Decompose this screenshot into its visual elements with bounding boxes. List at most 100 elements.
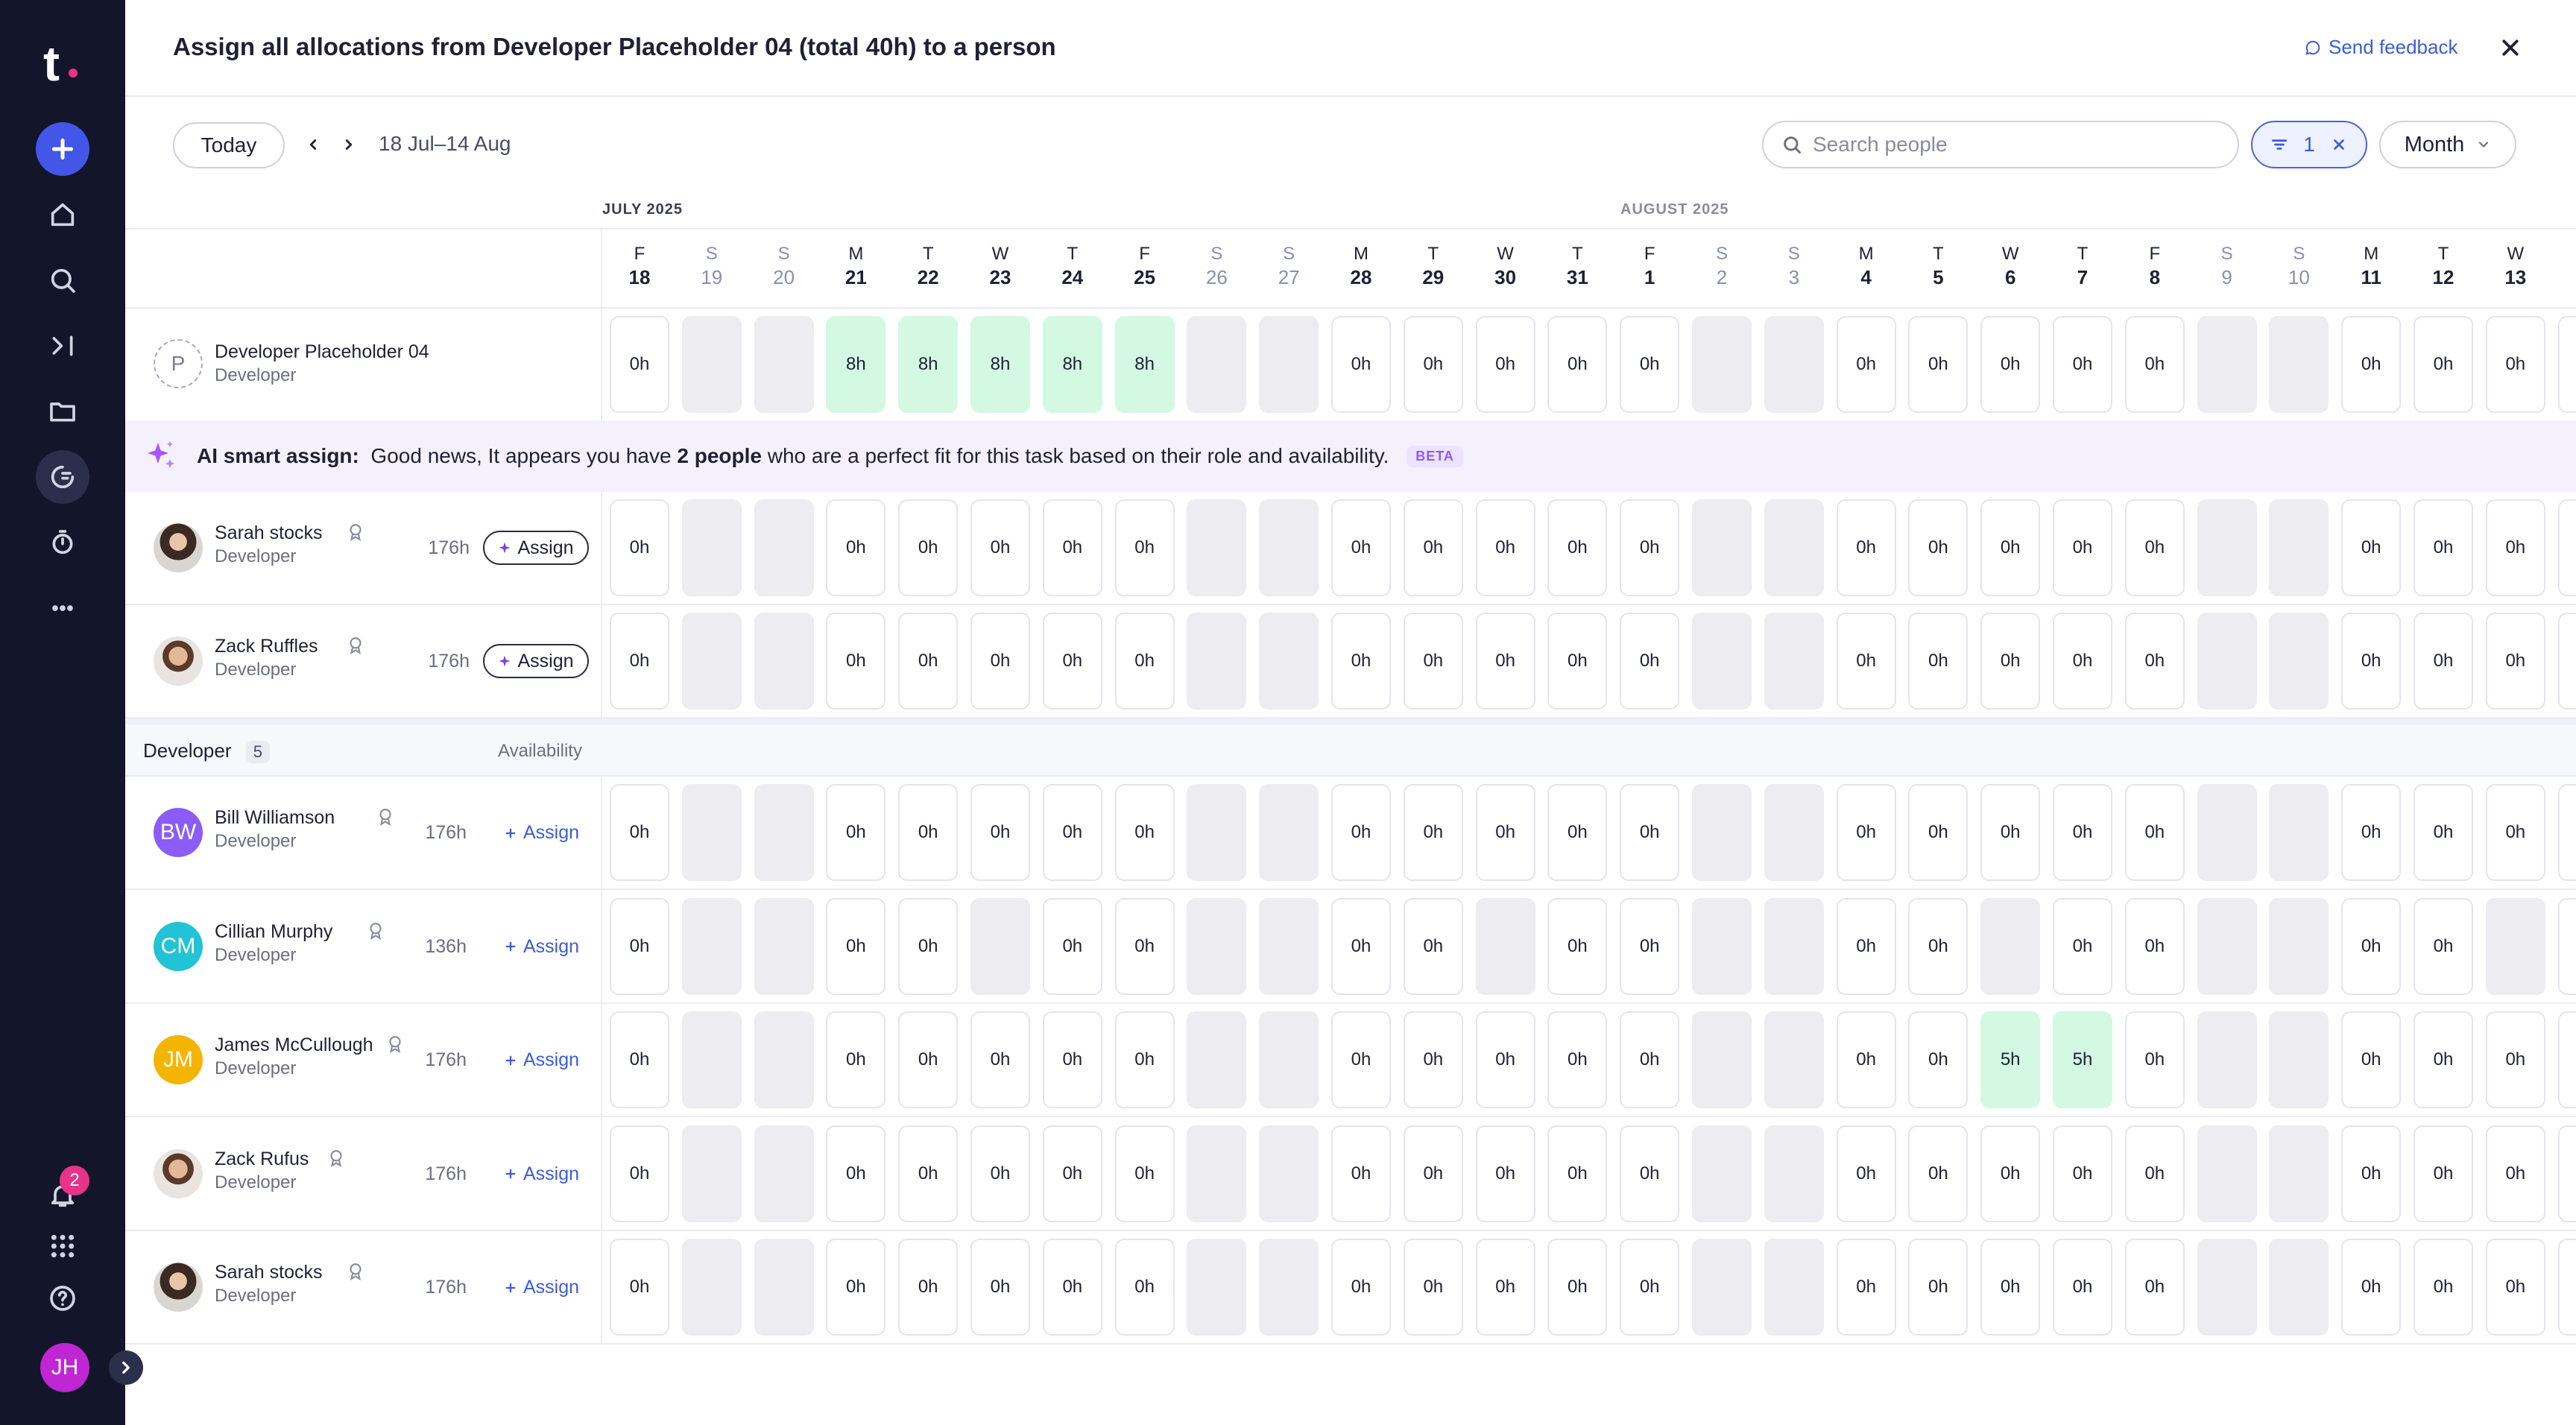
unavailable-day-cell[interactable] (2269, 784, 2329, 881)
unavailable-day-cell[interactable] (1764, 1125, 1824, 1222)
allocation-cell[interactable]: 0h (1547, 1125, 1608, 1222)
unavailable-day-cell[interactable] (2197, 897, 2257, 995)
allocation-cell[interactable]: 0h (826, 613, 886, 710)
app-logo[interactable]: t (43, 39, 60, 88)
unavailable-day-cell[interactable] (754, 1011, 814, 1108)
allocation-cell[interactable]: 0h (1331, 784, 1391, 881)
allocation-cell[interactable]: 0h (2124, 1239, 2185, 1336)
unavailable-day-cell[interactable] (2197, 499, 2257, 596)
allocation-cell[interactable]: 0h (1980, 316, 2041, 413)
unavailable-day-cell[interactable] (1259, 1011, 1319, 1108)
allocation-cell[interactable]: 0h (1042, 1239, 1102, 1336)
allocation-cell[interactable]: 0h (2124, 1125, 2185, 1222)
allocation-cell[interactable]: 0h (1620, 613, 1680, 710)
allocation-cell[interactable]: 0h (1908, 316, 1969, 413)
allocation-cell[interactable]: 0h (1475, 784, 1535, 881)
allocation-cell[interactable]: 0h (1403, 1011, 1463, 1108)
view-select[interactable]: Month (2379, 121, 2516, 168)
allocation-cell[interactable]: 0h (898, 1125, 959, 1222)
user-avatar[interactable]: JH (40, 1343, 89, 1392)
unavailable-day-cell[interactable] (970, 897, 1030, 995)
allocation-cell[interactable]: 0h (1403, 1239, 1463, 1336)
allocation-cell[interactable]: 0h (2053, 784, 2112, 881)
unavailable-day-cell[interactable] (2269, 1011, 2329, 1108)
allocation-cell[interactable]: 0h (2341, 499, 2402, 596)
allocation-cell[interactable]: 0h (2485, 1011, 2545, 1108)
allocation-cell[interactable]: 0h (1547, 1011, 1608, 1108)
unavailable-day-cell[interactable] (1980, 897, 2041, 995)
allocation-cell[interactable]: 0h (1331, 1125, 1391, 1222)
allocation-cell[interactable]: 0h (970, 613, 1030, 710)
allocation-cell[interactable]: 0h (826, 499, 886, 596)
allocation-cell[interactable]: 0h (2557, 897, 2576, 995)
unavailable-day-cell[interactable] (1692, 499, 1752, 596)
nav-timer[interactable] (36, 516, 89, 569)
allocation-cell[interactable]: 0h (970, 784, 1030, 881)
allocation-cell[interactable]: 0h (826, 1125, 886, 1222)
unavailable-day-cell[interactable] (1187, 316, 1247, 413)
unavailable-day-cell[interactable] (1187, 1125, 1247, 1222)
unavailable-day-cell[interactable] (1187, 613, 1247, 710)
allocation-cell[interactable]: 0h (1403, 316, 1463, 413)
allocation-cell[interactable]: 0h (2557, 316, 2576, 413)
unavailable-day-cell[interactable] (1764, 613, 1824, 710)
allocation-cell[interactable]: 0h (2341, 784, 2402, 881)
search-people[interactable] (1762, 121, 2239, 168)
unavailable-day-cell[interactable] (1692, 316, 1752, 413)
allocation-cell[interactable]: 0h (1403, 1125, 1463, 1222)
allocation-cell[interactable]: 0h (610, 316, 669, 413)
allocation-cell[interactable]: 0h (1620, 1125, 1680, 1222)
allocation-cell[interactable]: 0h (1475, 316, 1535, 413)
allocation-cell[interactable]: 0h (826, 784, 886, 881)
allocation-cell[interactable]: 0h (1836, 1239, 1896, 1336)
prev-period-button[interactable] (298, 130, 328, 159)
unavailable-day-cell[interactable] (681, 1239, 742, 1336)
unavailable-day-cell[interactable] (2269, 499, 2329, 596)
assign-link[interactable]: Assign (504, 1163, 579, 1185)
unavailable-day-cell[interactable] (1692, 784, 1752, 881)
allocation-cell[interactable]: 0h (2053, 1239, 2112, 1336)
allocation-cell[interactable]: 0h (1114, 1239, 1175, 1336)
allocation-cell[interactable]: 0h (2557, 613, 2576, 710)
unavailable-day-cell[interactable] (681, 1125, 742, 1222)
allocation-cell[interactable]: 0h (610, 613, 669, 710)
assign-link[interactable]: Assign (504, 1049, 579, 1071)
allocation-cell[interactable]: 0h (2557, 784, 2576, 881)
allocation-cell[interactable]: 0h (1908, 1239, 1969, 1336)
allocation-cell[interactable]: 0h (1475, 613, 1535, 710)
allocation-cell[interactable]: 0h (1620, 784, 1680, 881)
allocation-cell[interactable]: 0h (1475, 1239, 1535, 1336)
allocation-cell[interactable]: 0h (2557, 499, 2576, 596)
allocation-cell[interactable]: 0h (1403, 897, 1463, 995)
unavailable-day-cell[interactable] (2197, 613, 2257, 710)
apps-button[interactable] (36, 1219, 89, 1273)
unavailable-day-cell[interactable] (1692, 613, 1752, 710)
allocation-cell[interactable]: 0h (1908, 1011, 1969, 1108)
allocation-cell[interactable]: 0h (1980, 784, 2041, 881)
allocation-cell[interactable]: 0h (1547, 316, 1608, 413)
allocation-cell[interactable]: 0h (1980, 499, 2041, 596)
allocation-cell[interactable]: 0h (1908, 1125, 1969, 1222)
unavailable-day-cell[interactable] (1187, 499, 1247, 596)
unavailable-day-cell[interactable] (754, 1125, 814, 1222)
allocation-cell[interactable]: 0h (2124, 316, 2185, 413)
allocation-cell[interactable]: 0h (2485, 1239, 2545, 1336)
allocation-cell[interactable]: 0h (1547, 1239, 1608, 1336)
unavailable-day-cell[interactable] (2197, 1239, 2257, 1336)
allocation-cell[interactable]: 0h (970, 1239, 1030, 1336)
allocation-cell[interactable]: 0h (1620, 499, 1680, 596)
unavailable-day-cell[interactable] (754, 613, 814, 710)
allocation-cell[interactable]: 0h (898, 897, 959, 995)
unavailable-day-cell[interactable] (1692, 1011, 1752, 1108)
allocation-cell[interactable]: 0h (1475, 1011, 1535, 1108)
unavailable-day-cell[interactable] (1259, 316, 1319, 413)
allocation-cell[interactable]: 0h (1908, 499, 1969, 596)
allocation-cell[interactable]: 0h (2414, 1239, 2473, 1336)
allocation-cell[interactable]: 0h (1042, 1125, 1102, 1222)
unavailable-day-cell[interactable] (754, 1239, 814, 1336)
unavailable-day-cell[interactable] (1764, 897, 1824, 995)
allocation-cell[interactable]: 0h (2053, 499, 2112, 596)
allocation-cell[interactable]: 0h (2414, 613, 2473, 710)
unavailable-day-cell[interactable] (1764, 1239, 1824, 1336)
allocation-cell[interactable]: 0h (1114, 1011, 1175, 1108)
